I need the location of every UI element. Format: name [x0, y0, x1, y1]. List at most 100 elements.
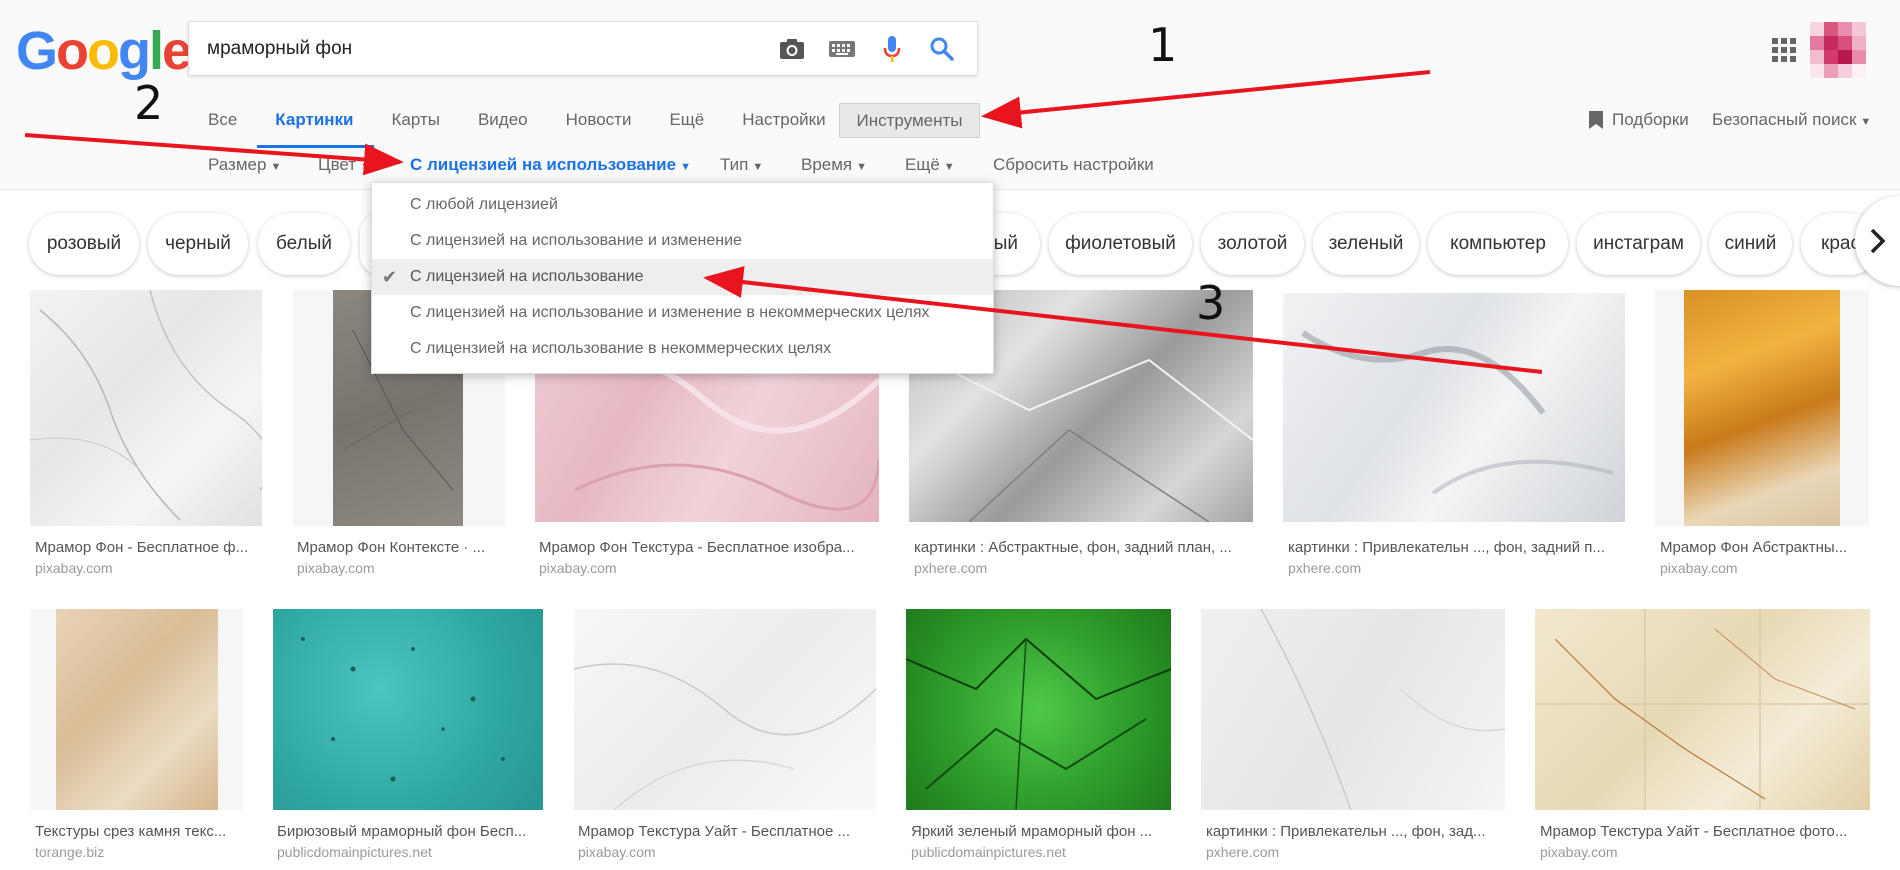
result-thumbnail[interactable]: [906, 609, 1171, 810]
result-source: pxhere.com: [1288, 560, 1362, 576]
license-option-reuse[interactable]: ✔ С лицензией на использование: [372, 259, 993, 295]
search-icon[interactable]: [927, 34, 957, 64]
chip[interactable]: инстаграм: [1577, 213, 1700, 275]
tab-video[interactable]: Видео: [460, 100, 548, 148]
safesearch-dropdown[interactable]: Безопасный поиск ▼: [1712, 110, 1871, 130]
chevron-down-icon: ▼: [680, 161, 691, 173]
logo-letter-e: e: [162, 21, 192, 81]
filter-type[interactable]: Тип ▼: [720, 155, 763, 175]
result-title[interactable]: Мрамор Фон Контексте · ...: [297, 539, 502, 556]
bookmark-icon: [1589, 111, 1603, 129]
chevron-down-icon: ▼: [360, 161, 371, 173]
tab-images[interactable]: Картинки: [257, 100, 374, 148]
apps-grid-icon[interactable]: [1772, 38, 1796, 62]
tab-maps[interactable]: Карты: [374, 100, 460, 148]
result-source: publicdomainpictures.net: [911, 844, 1066, 860]
header: Google Все: [0, 0, 1900, 190]
chip[interactable]: компьютер: [1428, 213, 1568, 275]
license-option-reuse-label: С лицензией на использование: [410, 268, 644, 285]
result-source: pixabay.com: [1540, 844, 1618, 860]
result-thumbnail[interactable]: [574, 609, 876, 810]
result-title[interactable]: Яркий зеленый мраморный фон ...: [911, 823, 1169, 840]
result-source: publicdomainpictures.net: [277, 844, 432, 860]
chip[interactable]: фиолетовый: [1049, 213, 1192, 275]
keyboard-icon[interactable]: [827, 34, 857, 64]
google-logo[interactable]: Google: [16, 21, 192, 81]
chevron-down-icon: ▼: [752, 161, 764, 173]
filter-time[interactable]: Время ▼: [801, 155, 867, 175]
filter-time-label: Время: [801, 155, 853, 174]
chip[interactable]: черный: [148, 213, 248, 275]
filter-size[interactable]: Размер ▼: [208, 155, 281, 175]
chip[interactable]: зеленый: [1313, 213, 1419, 275]
collections-label: Подборки: [1612, 110, 1689, 129]
result-title[interactable]: Мрамор Фон Абстрактны...: [1660, 539, 1865, 556]
safesearch-label: Безопасный поиск: [1712, 110, 1857, 129]
tab-settings[interactable]: Настройки: [724, 100, 845, 148]
annotation-number-3: 3: [1196, 276, 1226, 330]
chevron-down-icon: ▼: [1860, 116, 1872, 128]
chevron-down-icon: ▼: [856, 161, 868, 173]
chip[interactable]: розовый: [29, 213, 139, 275]
result-thumbnail[interactable]: [1201, 609, 1505, 810]
license-dropdown-menu: С любой лицензией С лицензией на использ…: [371, 182, 994, 374]
logo-letter-g1: G: [16, 21, 58, 81]
result-title[interactable]: Мрамор Фон - Бесплатное ф...: [35, 539, 260, 556]
filter-more[interactable]: Ещё ▼: [905, 155, 955, 175]
result-title[interactable]: Мрамор Текстура Уайт - Бесплатное ...: [578, 823, 874, 840]
result-source: pxhere.com: [914, 560, 988, 576]
result-thumbnail[interactable]: [1655, 290, 1869, 526]
chip[interactable]: белый: [258, 213, 350, 275]
filter-color-label: Цвет: [318, 155, 357, 174]
filter-more-label: Ещё: [905, 155, 940, 174]
tab-more[interactable]: Ещё: [651, 100, 724, 148]
result-title[interactable]: Мрамор Фон Текстура - Бесплатное изобра.…: [539, 539, 874, 556]
tools-button[interactable]: Инструменты: [839, 103, 980, 138]
chevron-down-icon: ▼: [943, 161, 955, 173]
result-title[interactable]: Мрамор Текстура Уайт - Бесплатное фото..…: [1540, 823, 1868, 840]
chip[interactable]: золотой: [1201, 213, 1304, 275]
filter-type-label: Тип: [720, 155, 749, 174]
tab-news[interactable]: Новости: [548, 100, 652, 148]
filter-license-label: С лицензией на использование: [410, 155, 677, 174]
logo-letter-o1: o: [56, 21, 89, 81]
license-option-reuse-modify[interactable]: С лицензией на использование и изменение: [372, 223, 993, 259]
result-thumbnail[interactable]: [273, 609, 543, 810]
microphone-icon[interactable]: [877, 34, 907, 64]
annotation-number-2: 2: [134, 76, 164, 130]
reset-filters-link[interactable]: Сбросить настройки: [993, 155, 1154, 175]
license-option-reuse-modify-noncommercial[interactable]: С лицензией на использование и изменение…: [372, 295, 993, 331]
avatar[interactable]: [1810, 22, 1866, 78]
result-source: pixabay.com: [35, 560, 113, 576]
license-option-any[interactable]: С любой лицензией: [372, 187, 993, 223]
result-title[interactable]: Бирюзовый мраморный фон Бесп...: [277, 823, 542, 840]
result-title[interactable]: картинки : Абстрактные, фон, задний план…: [914, 539, 1249, 556]
result-source: pixabay.com: [297, 560, 375, 576]
search-box: [188, 21, 978, 76]
result-title[interactable]: Текстуры срез камня текс...: [35, 823, 240, 840]
result-source: pxhere.com: [1206, 844, 1280, 860]
license-option-reuse-noncommercial[interactable]: С лицензией на использование в некоммерч…: [372, 331, 993, 367]
result-thumbnail[interactable]: [30, 609, 243, 810]
chevron-right-icon: [1870, 228, 1886, 254]
search-input[interactable]: [207, 22, 747, 75]
filter-license[interactable]: С лицензией на использование ▼: [410, 155, 691, 175]
logo-letter-g2: g: [118, 21, 151, 81]
filter-size-label: Размер: [208, 155, 267, 174]
chevron-down-icon: ▼: [270, 161, 282, 173]
tab-all[interactable]: Все: [190, 100, 257, 148]
result-source: pixabay.com: [539, 560, 617, 576]
checkmark-icon: ✔: [382, 267, 398, 287]
google-images-page: Google Все: [0, 0, 1900, 870]
logo-letter-l: l: [149, 21, 164, 81]
result-title[interactable]: картинки : Привлекательн ..., фон, зад..…: [1206, 823, 1502, 840]
result-source: torange.biz: [35, 844, 105, 860]
result-thumbnail[interactable]: [1535, 609, 1870, 810]
camera-icon[interactable]: [777, 34, 807, 64]
filter-color[interactable]: Цвет ▼: [318, 155, 371, 175]
collections-link[interactable]: Подборки: [1588, 110, 1689, 130]
result-thumbnail[interactable]: [1283, 293, 1625, 522]
result-title[interactable]: картинки : Привлекательн ..., фон, задни…: [1288, 539, 1623, 556]
result-thumbnail[interactable]: [30, 290, 262, 526]
chip[interactable]: синий: [1709, 213, 1792, 275]
